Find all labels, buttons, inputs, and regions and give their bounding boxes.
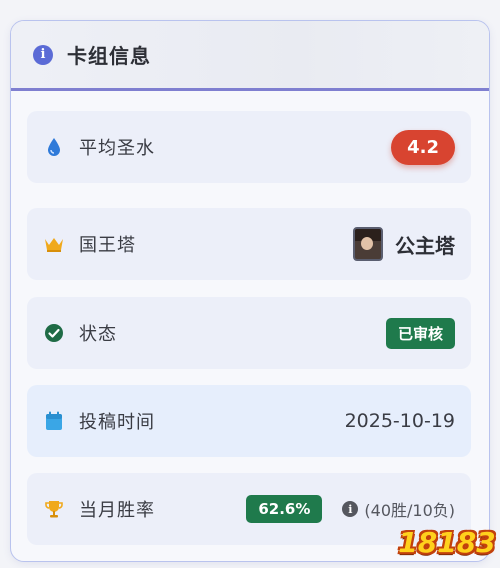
deck-info-card: i 卡组信息 平均圣水 4.2 国王塔 公主塔 状态 已审核 投稿时间 2025… <box>10 20 490 562</box>
tower-name: 公主塔 <box>395 233 455 258</box>
tower-value: 公主塔 <box>353 227 455 261</box>
site-watermark-logo: 18183 <box>398 520 496 564</box>
crown-icon <box>43 233 65 255</box>
row-status: 状态 已审核 <box>27 297 471 369</box>
status-label: 状态 <box>79 324 117 345</box>
status-badge: 已审核 <box>385 317 455 349</box>
win-rate-label: 当月胜率 <box>79 500 155 521</box>
win-detail-info-icon[interactable]: i <box>342 501 359 517</box>
info-icon: i <box>33 44 53 65</box>
elixir-label: 平均圣水 <box>79 138 155 159</box>
row-average-elixir: 平均圣水 4.2 <box>27 111 471 183</box>
check-circle-icon <box>43 322 65 344</box>
submit-time-label: 投稿时间 <box>79 412 155 433</box>
win-loss-detail: (40胜/10负) <box>364 501 455 520</box>
win-rate-badge: 62.6% <box>246 495 323 523</box>
princess-avatar <box>353 227 383 261</box>
calendar-icon <box>43 410 65 432</box>
watermark-text: 18183 <box>398 525 496 559</box>
trophy-icon <box>43 498 65 520</box>
king-tower-label: 国王塔 <box>79 235 136 256</box>
water-drop-icon <box>43 136 65 158</box>
card-title: 卡组信息 <box>67 44 151 68</box>
submit-date: 2025-10-19 <box>344 410 455 432</box>
elixir-value-badge: 4.2 <box>391 129 455 165</box>
card-header: i 卡组信息 <box>11 21 489 91</box>
row-king-tower: 国王塔 公主塔 <box>27 208 471 280</box>
row-submit-time: 投稿时间 2025-10-19 <box>27 385 471 457</box>
